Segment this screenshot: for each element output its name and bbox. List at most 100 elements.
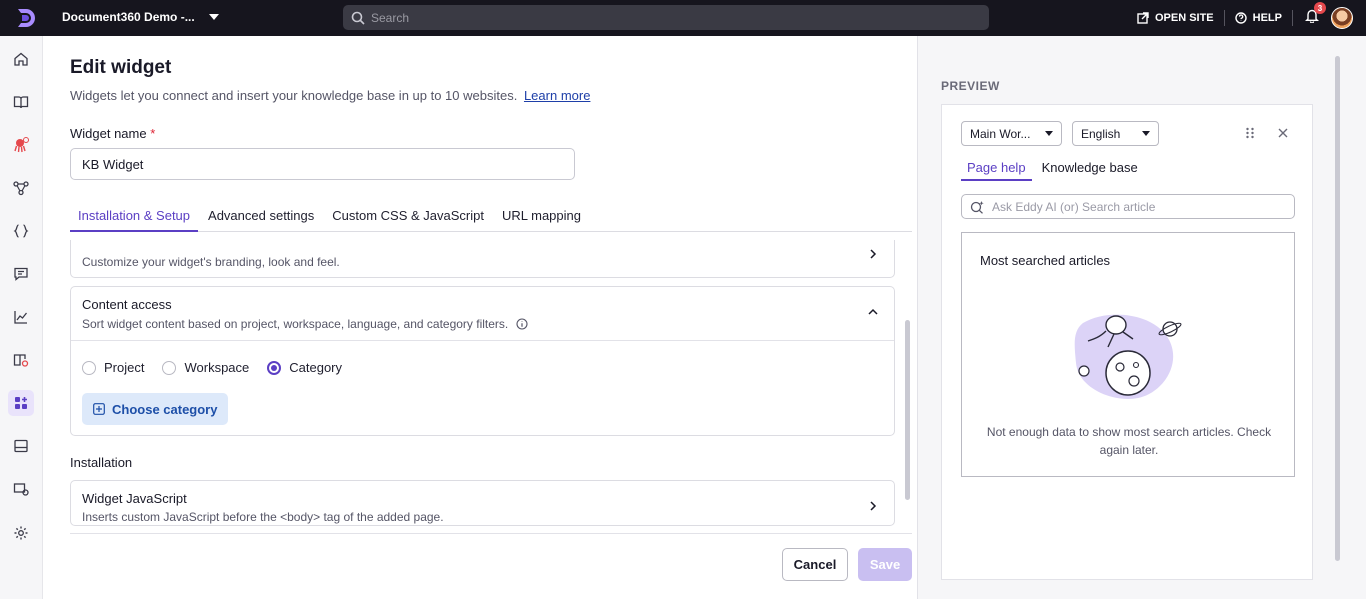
language-select[interactable]: English xyxy=(1072,121,1159,146)
tab-url-mapping[interactable]: URL mapping xyxy=(494,204,589,231)
most-searched-articles-box: Most searched articles Not enough data t… xyxy=(961,232,1295,477)
settings-scrollbar[interactable] xyxy=(905,320,910,500)
global-search[interactable] xyxy=(343,5,989,30)
nav-layout[interactable] xyxy=(8,433,34,459)
preview-search-input[interactable]: Ask Eddy AI (or) Search article xyxy=(961,194,1295,219)
astronaut-illustration-icon xyxy=(1074,314,1182,399)
cancel-button[interactable]: Cancel xyxy=(782,548,848,581)
notifications-button[interactable]: 3 xyxy=(1305,2,1326,28)
widget-name-label: Widget name * xyxy=(70,126,155,141)
info-icon[interactable] xyxy=(516,318,528,330)
radio-project[interactable]: Project xyxy=(82,360,144,375)
nav-workflow[interactable] xyxy=(8,175,34,201)
left-navigation-rail xyxy=(0,36,43,599)
content-access-title: Content access xyxy=(82,297,172,312)
settings-scroll-area[interactable]: Customize your widget's branding, look a… xyxy=(70,240,905,532)
top-actions: OPEN SITE HELP 3 xyxy=(1127,0,1366,36)
choose-category-label: Choose category xyxy=(112,401,218,417)
close-icon[interactable] xyxy=(1278,128,1288,138)
content-access-radio-group: Project Workspace Category xyxy=(82,360,360,375)
radio-circle[interactable] xyxy=(162,360,177,375)
workflow-icon xyxy=(13,181,29,196)
choose-category-button[interactable]: Choose category xyxy=(82,393,228,425)
content-access-description-text: Sort widget content based on project, wo… xyxy=(82,317,509,331)
tab-custom-css-javascript[interactable]: Custom CSS & JavaScript xyxy=(324,204,492,231)
language-select-value: English xyxy=(1081,126,1121,141)
chevron-down-icon xyxy=(1045,131,1053,136)
learn-more-link[interactable]: Learn more xyxy=(524,88,590,103)
help-circle-icon xyxy=(1234,12,1247,24)
help-button[interactable]: HELP xyxy=(1225,12,1292,24)
workspace-select-value: Main Wor... xyxy=(970,126,1031,141)
open-site-label: OPEN SITE xyxy=(1154,12,1214,24)
required-mark: * xyxy=(150,126,156,141)
nav-feedback[interactable] xyxy=(8,261,34,287)
tab-installation-setup[interactable]: Installation & Setup xyxy=(70,204,199,232)
project-switcher[interactable]: Document360 Demo -... xyxy=(62,10,219,24)
code-braces-icon xyxy=(13,224,29,238)
page-title: Edit widget xyxy=(70,57,172,78)
home-icon xyxy=(14,52,28,66)
user-avatar[interactable] xyxy=(1331,7,1353,29)
nav-knowledge-settings[interactable] xyxy=(8,347,34,373)
nav-documentation[interactable] xyxy=(8,89,34,115)
chevron-right-icon[interactable] xyxy=(868,501,878,511)
chevron-down-icon xyxy=(1142,131,1150,136)
radio-workspace[interactable]: Workspace xyxy=(162,360,249,375)
notification-badge: 3 xyxy=(1314,2,1326,14)
nav-analytics[interactable] xyxy=(8,304,34,330)
nav-api-docs[interactable] xyxy=(8,218,34,244)
search-input[interactable] xyxy=(371,10,951,25)
top-bar: Document360 Demo -... OPEN SITE HELP 3 xyxy=(0,0,1366,36)
open-site-button[interactable]: OPEN SITE xyxy=(1127,12,1224,24)
settings-icon xyxy=(14,526,28,540)
radio-label: Category xyxy=(289,360,343,375)
radio-category[interactable]: Category xyxy=(267,360,342,375)
radio-circle-selected[interactable] xyxy=(267,360,282,375)
chevron-right-icon[interactable] xyxy=(868,249,878,259)
document360-logo-icon[interactable] xyxy=(14,6,38,30)
nav-settings[interactable] xyxy=(8,520,34,546)
radio-circle[interactable] xyxy=(82,360,96,375)
portal-settings-icon xyxy=(13,483,29,496)
empty-state-message: Not enough data to show most search arti… xyxy=(986,425,1272,457)
help-label: HELP xyxy=(1252,12,1282,24)
tab-advanced-settings[interactable]: Advanced settings xyxy=(200,204,322,231)
nav-widgets[interactable] xyxy=(8,390,34,416)
radio-label: Workspace xyxy=(184,360,250,375)
divider xyxy=(1292,10,1293,26)
footer-divider xyxy=(70,533,912,534)
chevron-up-icon[interactable] xyxy=(868,307,878,317)
search-icon xyxy=(351,11,365,25)
preview-scrollbar[interactable] xyxy=(1335,56,1340,561)
nav-ai-assistant[interactable] xyxy=(8,132,34,158)
appearance-description: Customize your widget's branding, look a… xyxy=(82,255,340,269)
preview-search-placeholder: Ask Eddy AI (or) Search article xyxy=(992,199,1156,214)
preview-panel: PREVIEW Main Wor... English Page help Kn… xyxy=(917,36,1366,599)
layout-icon xyxy=(14,439,28,453)
robot-icon xyxy=(14,137,29,153)
widget-javascript-title: Widget JavaScript xyxy=(82,491,187,506)
appearance-card[interactable]: Customize your widget's branding, look a… xyxy=(70,240,895,278)
nav-home[interactable] xyxy=(8,46,34,72)
page-subtitle: Widgets let you connect and insert your … xyxy=(70,88,590,103)
widget-name-input[interactable]: KB Widget xyxy=(70,148,575,180)
widget-name-label-text: Widget name xyxy=(70,126,147,141)
content-access-description: Sort widget content based on project, wo… xyxy=(82,317,528,331)
drag-handle-icon[interactable] xyxy=(1245,127,1255,139)
ai-search-icon xyxy=(970,200,984,214)
widget-javascript-card[interactable]: Widget JavaScript Inserts custom JavaScr… xyxy=(70,480,895,526)
widget-tabs: Installation & Setup Advanced settings C… xyxy=(70,204,912,232)
tab-page-help[interactable]: Page help xyxy=(961,157,1032,181)
save-button[interactable]: Save xyxy=(858,548,912,581)
analytics-icon xyxy=(14,311,28,324)
most-searched-title: Most searched articles xyxy=(980,253,1111,268)
tab-knowledge-base[interactable]: Knowledge base xyxy=(1036,157,1144,181)
divider xyxy=(71,340,894,341)
workspace-select[interactable]: Main Wor... xyxy=(961,121,1062,146)
widget-preview: Main Wor... English Page help Knowledge … xyxy=(941,104,1313,580)
main-content: Edit widget Widgets let you connect and … xyxy=(43,36,917,599)
knowledge-settings-icon xyxy=(13,354,29,367)
nav-portal-settings[interactable] xyxy=(8,476,34,502)
preview-label: PREVIEW xyxy=(941,79,1000,93)
